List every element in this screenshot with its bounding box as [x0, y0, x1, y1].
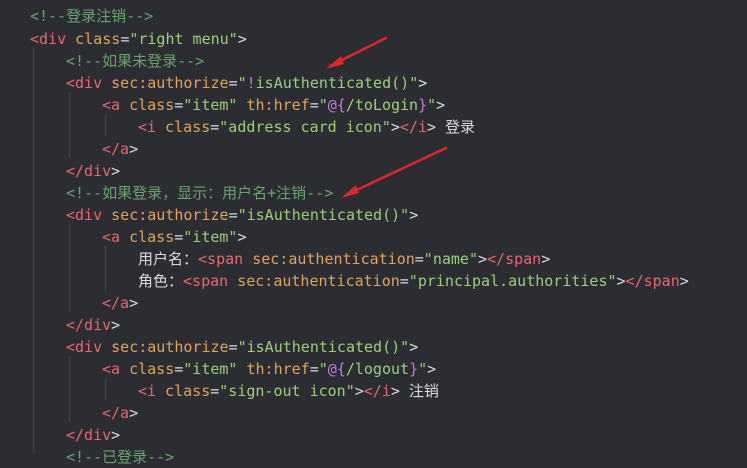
indent-guide — [33, 48, 34, 453]
code-line: </a> — [102, 404, 139, 422]
tag-token: <i — [138, 118, 157, 136]
tag-token: </div — [66, 426, 112, 444]
annotation-arrow — [341, 146, 448, 198]
tag-token: </a — [102, 140, 130, 158]
code-line: <!--如果未登录--> — [66, 50, 204, 72]
attribute-token: class — [165, 118, 211, 136]
indent-guide — [105, 114, 106, 136]
tag-token: <a — [102, 96, 121, 114]
tag-token: </span — [625, 272, 680, 290]
string-token: isAuthenticated() — [255, 74, 410, 92]
code-line: 角色：<span sec:authentication="principal.a… — [138, 272, 689, 290]
code-line: <!--已登录--> — [66, 446, 174, 468]
string-token: "name" — [423, 250, 478, 268]
tag-token: </a — [102, 404, 130, 422]
indent-guide — [69, 224, 70, 312]
attribute-token: sec:authentication — [237, 272, 400, 290]
string-token: "item" — [183, 228, 238, 246]
indent-guide — [105, 378, 106, 400]
attribute-token: class — [75, 30, 121, 48]
string-token: "principal.authorities" — [408, 272, 617, 290]
code-line: </a> — [102, 140, 139, 158]
code-line: <a class="item"> — [102, 228, 247, 246]
text-token: 用户名： — [138, 250, 199, 268]
tag-token: <div — [66, 206, 103, 224]
string-token: "sign-out icon" — [219, 382, 355, 400]
string-token: "isAuthenticated()" — [237, 338, 410, 356]
tag-token: <a — [102, 360, 121, 378]
comment-token: <!--已登录--> — [66, 448, 175, 466]
string-token: "isAuthenticated()" — [237, 206, 410, 224]
attribute-token: sec:authentication — [252, 250, 415, 268]
string-token: "address card icon" — [219, 118, 391, 136]
code-line: <div sec:authorize="isAuthenticated()"> — [66, 206, 419, 224]
tag-token: </span — [487, 250, 542, 268]
code-line: </div> — [66, 316, 121, 334]
code-editor[interactable]: <!--登录注销--> <div class="right menu"> <!-… — [0, 0, 747, 466]
indent-guide — [105, 246, 106, 290]
tag-token: </div — [66, 162, 112, 180]
tag-token: <span — [183, 272, 229, 290]
attribute-token: class — [129, 228, 175, 246]
tag-token: </a — [102, 294, 130, 312]
tag-token: <div — [30, 30, 67, 48]
code-line: <!--登录注销--> — [30, 5, 153, 27]
comment-token: <!--如果登录，显示：用户名+注销--> — [66, 184, 334, 202]
string-token: /toLogin — [345, 96, 419, 114]
annotation-arrow — [326, 36, 388, 69]
code-line: <i class="address card icon"></i> 登录 — [138, 118, 476, 136]
code-line: <div sec:authorize="!isAuthenticated()"> — [66, 74, 428, 92]
attribute-token: class — [129, 360, 175, 378]
text-token: 注销 — [399, 382, 439, 400]
string-token: "right menu" — [129, 30, 238, 48]
attribute-token: sec:authorize — [111, 74, 229, 92]
attribute-token: sec:authorize — [111, 338, 229, 356]
tag-token: <a — [102, 228, 121, 246]
code-line: <i class="sign-out icon"></i> 注销 — [138, 382, 439, 400]
tag-token: </div — [66, 316, 112, 334]
code-line: 用户名：<span sec:authentication="name"></sp… — [138, 250, 551, 268]
attribute-token: class — [129, 96, 175, 114]
indent-guide — [69, 92, 70, 158]
tag-token: </i — [363, 382, 391, 400]
code-line: <div sec:authorize="isAuthenticated()"> — [66, 338, 419, 356]
attribute-token: th:href — [246, 360, 310, 378]
code-line: </a> — [102, 294, 139, 312]
tag-token: <i — [138, 382, 157, 400]
code-line: <div class="right menu"> — [30, 30, 247, 48]
code-line: </div> — [66, 162, 121, 180]
comment-token: <!--登录注销--> — [30, 7, 154, 25]
code-line: <a class="item" th:href="@{/toLogin}"> — [102, 96, 446, 114]
tag-token: </i — [399, 118, 427, 136]
text-token: 角色： — [138, 272, 184, 290]
indent-guide — [69, 356, 70, 422]
attribute-token: sec:authorize — [111, 206, 229, 224]
tag-token: <div — [66, 338, 103, 356]
tag-token: <div — [66, 74, 103, 92]
string-token: "item" — [183, 96, 238, 114]
code-line: </div> — [66, 426, 121, 444]
string-token: "item" — [183, 360, 238, 378]
string-token: /logout — [345, 360, 410, 378]
comment-token: <!--如果未登录--> — [66, 52, 205, 70]
code-line: <a class="item" th:href="@{/logout}"> — [102, 360, 437, 378]
tag-token: <span — [198, 250, 244, 268]
code-line: <!--如果登录，显示：用户名+注销--> — [66, 182, 333, 204]
attribute-token: class — [165, 382, 211, 400]
attribute-token: th:href — [246, 96, 310, 114]
text-token: 登录 — [436, 118, 476, 136]
